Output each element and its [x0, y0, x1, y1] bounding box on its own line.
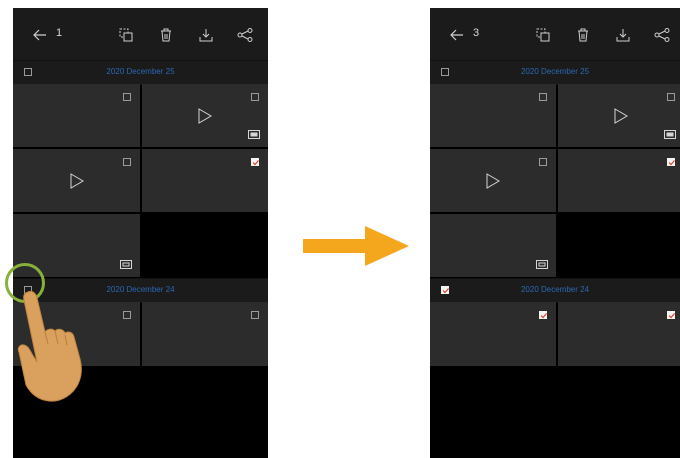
download-icon[interactable] — [613, 25, 633, 45]
phone-screen-after: 3 2020 December 25 2020 December 24 — [430, 8, 680, 458]
selection-toolbar: 3 — [430, 8, 680, 60]
photo-tile-selected[interactable] — [142, 149, 268, 212]
tile-checkbox[interactable] — [667, 93, 675, 101]
photo-badge-icon — [120, 260, 132, 269]
tile-checkbox-checked[interactable] — [667, 311, 675, 319]
back-arrow-icon[interactable] — [30, 25, 50, 45]
play-icon — [486, 172, 500, 189]
photo-tile[interactable] — [142, 302, 268, 366]
video-badge-icon — [664, 130, 676, 139]
video-tile[interactable] — [13, 149, 140, 212]
transition-arrow-icon — [303, 226, 409, 266]
photo-tile[interactable] — [430, 84, 556, 147]
trash-icon[interactable] — [156, 25, 176, 45]
tile-checkbox[interactable] — [251, 93, 259, 101]
video-badge-icon — [248, 130, 260, 139]
share-icon[interactable] — [652, 25, 672, 45]
video-tile[interactable] — [430, 149, 556, 212]
date-group-header: 2020 December 25 — [13, 60, 268, 85]
video-tile[interactable] — [142, 84, 268, 147]
date-group-header: 2020 December 24 — [430, 278, 680, 303]
copy-icon[interactable] — [116, 25, 136, 45]
selection-toolbar: 1 — [13, 8, 268, 60]
group-date-label: 2020 December 25 — [520, 67, 590, 76]
photo-tile[interactable] — [430, 214, 556, 277]
group-date-label: 2020 December 24 — [520, 285, 590, 294]
share-icon[interactable] — [235, 25, 255, 45]
hand-pointer-icon — [17, 290, 82, 402]
date-group-header: 2020 December 25 — [430, 60, 680, 85]
play-icon — [198, 107, 212, 124]
back-arrow-icon[interactable] — [447, 25, 467, 45]
selected-count: 1 — [56, 27, 63, 39]
photo-tile-selected[interactable] — [430, 302, 556, 366]
photo-tile-selected[interactable] — [558, 302, 680, 366]
tile-checkbox[interactable] — [123, 311, 131, 319]
tile-checkbox[interactable] — [539, 158, 547, 166]
photo-tile[interactable] — [13, 84, 140, 147]
tile-checkbox[interactable] — [251, 311, 259, 319]
tile-checkbox-checked[interactable] — [251, 158, 259, 166]
group-date-label: 2020 December 25 — [106, 67, 175, 76]
tile-checkbox[interactable] — [539, 93, 547, 101]
video-tile[interactable] — [558, 84, 680, 147]
selected-count: 3 — [473, 27, 480, 39]
tile-checkbox[interactable] — [123, 93, 131, 101]
photo-badge-icon — [536, 260, 548, 269]
tile-checkbox[interactable] — [123, 158, 131, 166]
copy-icon[interactable] — [533, 25, 553, 45]
tile-checkbox-checked[interactable] — [667, 158, 675, 166]
photo-tile-selected[interactable] — [558, 149, 680, 212]
trash-icon[interactable] — [573, 25, 593, 45]
tile-checkbox-checked[interactable] — [539, 311, 547, 319]
download-icon[interactable] — [196, 25, 216, 45]
play-icon — [70, 172, 84, 189]
play-icon — [614, 107, 628, 124]
